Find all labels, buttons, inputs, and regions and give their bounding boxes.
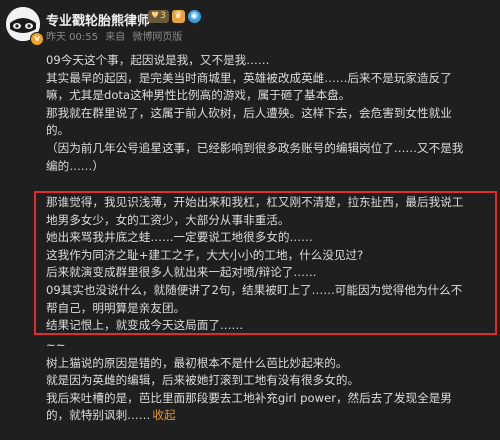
body-line: 编的……） <box>46 158 104 173</box>
post-body-highlighted: 那谁觉得，我见识浅薄，开始出来和我杠，杠又刚不清楚，拉东扯西，最后我说工 地男多… <box>46 194 494 335</box>
fan-badge-icon: ♥ <box>151 11 160 21</box>
body-line: 的。 <box>46 123 70 138</box>
body-line: 那我就在群里说了，这属于前人砍树，后人遭殃。这样下去，会危害到女性就业 <box>46 105 452 120</box>
highlighted-line: 后来就演变成群里很多人就出来一起对喷/辩论了…… <box>46 265 317 280</box>
post-meta: 昨天 00:55 来自 微博网页版 <box>46 28 186 43</box>
body-line: 嘛，尤其是dota这种男性比例高的游戏，属于砸了基本盘。 <box>46 88 351 103</box>
post-body-followup: ~~ 树上猫说的原因是错的，最初根本不是什么芭比妙起来的。 就是因为英雌的编辑，… <box>46 337 494 425</box>
body-line: 我后来吐槽的是，芭比里面那段要去工地补充girl power，然后去了发现全是男 <box>46 390 452 405</box>
level-icon[interactable]: ♛ <box>171 10 185 23</box>
highlighted-line: 地男多女少，女的工资少，大部分从事非重活。 <box>46 212 290 227</box>
body-line: ~~ <box>46 338 66 352</box>
highlighted-line: 这我作为同济之耻+建工之子，大大小小的工地，什么没见过? <box>46 247 364 262</box>
weibo-post: v 专业戳轮胎熊律师 ♥ 3 ♛ ◉ 昨天 00:55 来自 微博网页版 09今… <box>0 0 500 440</box>
highlighted-line: 09其实也没说什么，就随便讲了2句，结果被盯上了……可能因为觉得他为什么不 <box>46 282 463 297</box>
fan-badge-count: 3 <box>160 11 166 21</box>
body-line: （因为前几年公号追星这事，已经影响到很多政务账号的编辑岗位了……又不是我 <box>46 140 464 155</box>
post-time[interactable]: 昨天 00:55 <box>46 32 98 43</box>
highlighted-line: 那谁觉得，我见识浅薄，开始出来和我杠，杠又刚不清楚，拉东扯西，最后我说工 <box>46 195 464 209</box>
highlighted-line: 帮自己，明明算是亲友团。 <box>46 300 186 315</box>
globe-icon[interactable]: ◉ <box>187 10 201 23</box>
body-line: 树上猫说的原因是错的，最初根本不是什么芭比妙起来的。 <box>46 355 348 370</box>
user-badges: ♥ 3 ♛ ◉ <box>148 10 201 23</box>
collapse-link[interactable]: 收起 <box>152 408 175 422</box>
post-body-intro: 09今天这个事，起因说是我，又不是我…… 其实最早的起因，是完美当时商城里，英雄… <box>46 52 494 175</box>
username[interactable]: 专业戳轮胎熊律师 <box>46 10 150 29</box>
body-text: 的，就特别讽刺…… <box>46 408 151 423</box>
body-line: 就是因为英雌的编辑，后来被她打滚到工地有没有很多女的。 <box>46 373 360 388</box>
body-line-last: 的，就特别讽刺…… 收起 <box>46 407 494 425</box>
post-from-label: 来自 <box>105 32 126 43</box>
body-line: 09今天这个事，起因说是我，又不是我…… <box>46 53 270 67</box>
v-verified-icon: v <box>30 32 44 46</box>
fan-badge[interactable]: ♥ 3 <box>148 10 169 23</box>
highlighted-line: 她出来骂我井底之蛙……一定要说工地很多女的…… <box>46 230 313 245</box>
highlighted-line: 结果记恨上，就变成今天这局面了…… <box>46 318 244 333</box>
post-source[interactable]: 微博网页版 <box>132 32 182 43</box>
body-line: 其实最早的起因，是完美当时商城里，英雄被改成英雌……后来不是玩家造反了 <box>46 70 452 85</box>
